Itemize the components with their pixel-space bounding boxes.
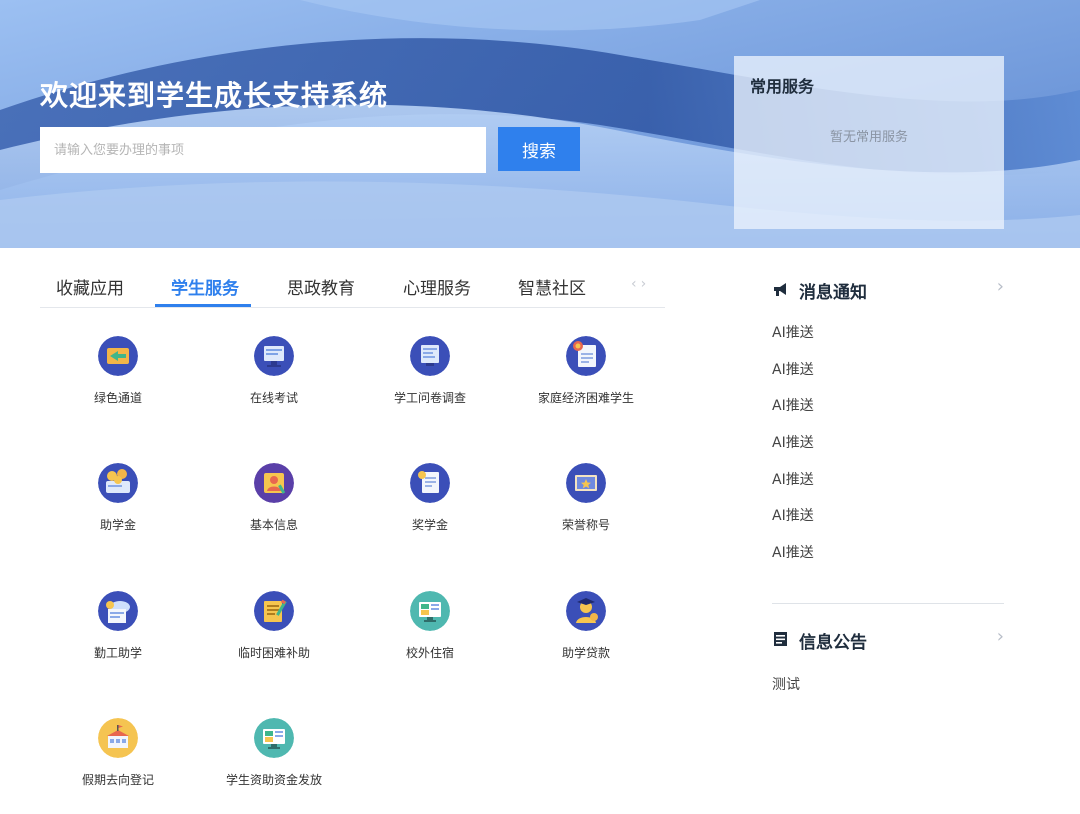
tab-scroll-arrows[interactable]: ‹› [631,276,650,292]
service-item[interactable]: 假期去向登记 [40,702,196,802]
service-label: 校外住宿 [405,646,454,660]
off-campus-icon [410,591,450,631]
search-input[interactable] [40,127,486,173]
service-label: 绿色通道 [93,391,142,405]
notice-item[interactable]: AI推送 [772,432,814,452]
service-item[interactable]: 奖学金 [352,447,508,547]
service-item[interactable]: 临时困难补助 [196,575,352,675]
tab-smart-community[interactable]: 智慧社区 [518,274,586,299]
megaphone-icon [774,283,786,296]
service-item[interactable]: 勤工助学 [40,575,196,675]
service-label: 假期去向登记 [81,773,154,787]
student-loan-icon [566,591,606,631]
service-item[interactable]: 校外住宿 [352,575,508,675]
common-services-title: 常用服务 [750,77,815,96]
service-label: 荣誉称号 [561,518,610,532]
tab-student-services[interactable]: 学生服务 [171,274,239,299]
profile-icon [254,463,294,503]
document-list-icon [774,632,787,646]
funding-payout-icon [254,718,294,758]
service-item[interactable]: 在线考试 [196,320,352,420]
active-tab-indicator [155,304,251,307]
chevron-right-icon[interactable]: › [997,276,1004,297]
notices-title: 消息通知 [799,283,867,303]
service-label: 在线考试 [249,391,298,405]
common-services-empty-text: 暂无常用服务 [829,130,908,145]
online-exam-icon [254,336,294,376]
tab-ideological-education[interactable]: 思政教育 [287,274,355,299]
service-label: 临时困难补助 [237,646,310,660]
service-label: 学工问卷调查 [393,391,466,405]
common-services-panel: 常用服务 暂无常用服务 [734,56,1004,229]
scholarship-icon [410,463,450,503]
certificate-icon [566,336,606,376]
notice-item[interactable]: AI推送 [772,395,814,415]
service-label: 学生资助资金发放 [225,773,322,787]
grant-coins-icon [98,463,138,503]
tab-psychological-services[interactable]: 心理服务 [403,274,471,299]
notice-item[interactable]: AI推送 [772,359,814,379]
chevron-right-icon[interactable]: › [997,626,1004,647]
service-item[interactable]: 助学金 [40,447,196,547]
notices-header: 消息通知 › [772,274,1004,304]
page-title: 欢迎来到学生成长支持系统 [40,79,389,112]
announcement-item[interactable]: 测试 [772,674,800,694]
notice-item[interactable]: AI推送 [772,322,814,342]
service-item[interactable]: 基本信息 [196,447,352,547]
service-label: 助学金 [99,518,136,532]
service-tabs: 收藏应用 学生服务 思政教育 心理服务 智慧社区 ‹› [40,262,665,308]
notice-item[interactable]: AI推送 [772,505,814,525]
section-divider [772,603,1004,604]
tab-favorites[interactable]: 收藏应用 [56,274,124,299]
service-label: 助学贷款 [561,646,610,660]
honor-icon [566,463,606,503]
service-item[interactable]: 荣誉称号 [508,447,664,547]
announcements-header: 信息公告 › [772,624,1004,654]
subsidy-icon [254,591,294,631]
notice-item[interactable]: AI推送 [772,469,814,489]
work-study-icon [98,591,138,631]
service-label: 家庭经济困难学生 [537,391,634,405]
survey-icon [410,336,450,376]
service-item[interactable]: 家庭经济困难学生 [508,320,664,420]
notice-item[interactable]: AI推送 [772,542,814,562]
service-item[interactable]: 学工问卷调查 [352,320,508,420]
hero-banner: 欢迎来到学生成长支持系统 搜索 常用服务 暂无常用服务 [0,0,1080,248]
service-item[interactable]: 绿色通道 [40,320,196,420]
service-item[interactable]: 学生资助资金发放 [196,702,352,802]
service-label: 勤工助学 [93,646,142,660]
search-button[interactable]: 搜索 [498,127,580,171]
announcements-title: 信息公告 [799,633,867,653]
service-grid: 绿色通道 在线考试 学工问卷调查 家庭经济困难学生 助学金 基本信息 奖学金 荣… [40,320,665,800]
service-item[interactable]: 助学贷款 [508,575,664,675]
service-label: 基本信息 [249,518,298,532]
service-label: 奖学金 [411,518,448,532]
holiday-register-icon [98,718,138,758]
green-channel-icon [98,336,138,376]
